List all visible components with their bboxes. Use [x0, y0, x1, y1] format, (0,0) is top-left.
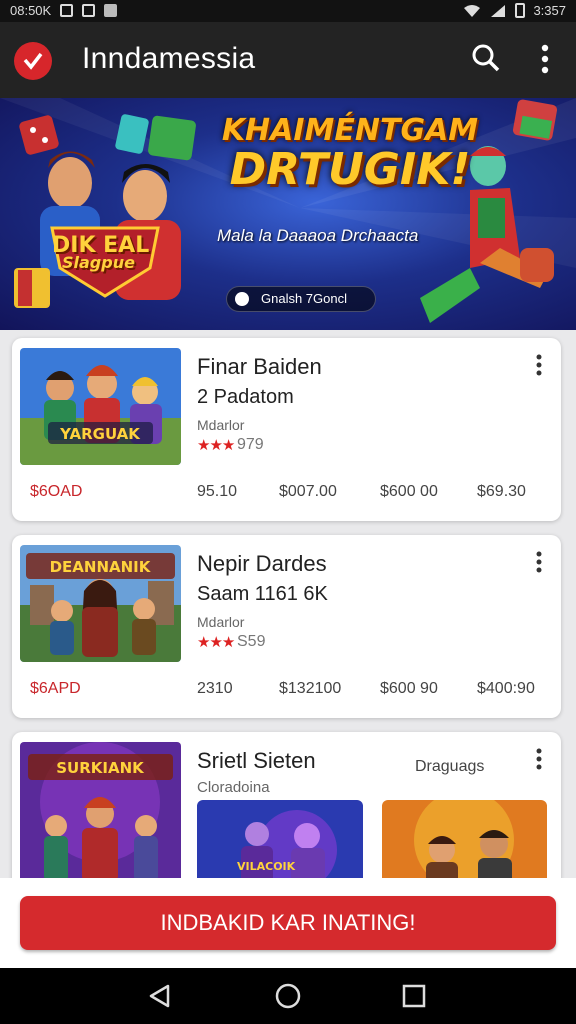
- more-vert-icon[interactable]: [530, 40, 560, 76]
- card-subtitle: Saam 1161 6K: [197, 583, 328, 605]
- banner-title: KHAIMÉNTGAM DRTUGIK!: [210, 116, 490, 192]
- game-card[interactable]: DEANNANIK Nepir Dardes Saam 1161 6K Mdar…: [12, 535, 561, 718]
- app-logo-icon[interactable]: [14, 42, 52, 80]
- more-vert-icon[interactable]: [529, 549, 549, 575]
- status-left-text: 08:50K: [10, 3, 52, 18]
- banner-subtitle: Mala la Daaaoa Drchaacta: [217, 226, 419, 245]
- search-icon[interactable]: [468, 40, 504, 76]
- wifi-icon: [464, 4, 481, 17]
- card-tag: Draguags: [415, 758, 485, 775]
- game-card[interactable]: YARGUAK Finar Baiden 2 Padatom Mdarlor ★…: [12, 338, 561, 521]
- app-title: Inndamessia: [82, 42, 256, 75]
- price-value: $132100: [279, 680, 342, 697]
- thumb-title: YARGUAK: [59, 425, 141, 443]
- more-vert-icon[interactable]: [529, 746, 549, 772]
- card-subtitle: 2 Padatom: [197, 386, 294, 408]
- price-primary[interactable]: $6OAD: [30, 483, 82, 501]
- price-primary[interactable]: $6APD: [30, 680, 81, 698]
- notification-icon-3: [104, 4, 118, 17]
- more-vert-icon[interactable]: [529, 352, 549, 378]
- cta-container: INDBAKID KAR INATING!: [0, 878, 576, 968]
- card-subtitle: Cloradoina: [197, 779, 270, 796]
- rating-score: S59: [237, 633, 266, 650]
- rating-score: 979: [237, 436, 264, 453]
- hero-banner[interactable]: DIK EAL Slagpue KHAIMÉNTGAM DRTUGIK! Mal…: [0, 98, 576, 330]
- star-rating: ★★★: [197, 634, 235, 651]
- thumb-title: SURKIANK: [56, 759, 145, 777]
- home-icon[interactable]: [274, 982, 302, 1010]
- system-nav-bar: [0, 968, 576, 1024]
- price-value: 2310: [197, 680, 233, 697]
- status-bar: 08:50K 3:357: [0, 0, 576, 22]
- banner-title-line-2: DRTUGIK!: [229, 144, 471, 195]
- primary-cta-button[interactable]: INDBAKID KAR INATING!: [20, 896, 556, 950]
- card-title: Srietl Sieten: [197, 748, 316, 773]
- banner-emblem-text: DIK EAL Slagpue: [52, 235, 149, 271]
- game-thumbnail[interactable]: DEANNANIK: [20, 545, 181, 662]
- game-thumbnail[interactable]: SURKIANK: [20, 742, 181, 882]
- price-value: $600 90: [380, 680, 438, 697]
- back-icon[interactable]: [146, 982, 174, 1010]
- badge-icon: [235, 292, 249, 306]
- star-rating: ★★★: [197, 437, 235, 454]
- status-time: 3:357: [533, 3, 566, 18]
- app-bar: Inndamessia: [0, 22, 576, 98]
- card-title: Nepir Dardes: [197, 551, 327, 576]
- price-value: 95.10: [197, 483, 238, 500]
- price-value: $007.00: [279, 483, 337, 500]
- price-value: $400:90: [477, 680, 535, 697]
- price-value: $69.30: [477, 483, 526, 500]
- card-title: Finar Baiden: [197, 354, 322, 379]
- notification-icon-2: [82, 4, 96, 17]
- game-thumbnail[interactable]: YARGUAK: [20, 348, 181, 465]
- battery-icon: [515, 3, 526, 18]
- mini-thumb-title: VILACOIK: [237, 860, 296, 873]
- price-value: $600 00: [380, 483, 438, 500]
- notification-icon: [60, 4, 74, 17]
- card-meta: Mdarlor: [197, 417, 245, 433]
- card-meta: Mdarlor: [197, 614, 245, 630]
- thumb-title: DEANNANIK: [50, 558, 152, 576]
- signal-icon: [491, 4, 506, 17]
- banner-badge[interactable]: Gnalsh 7Goncl: [226, 286, 376, 312]
- game-card[interactable]: SURKIANK Srietl Sieten Cloradoina Dragua…: [12, 732, 561, 902]
- banner-badge-label: Gnalsh 7Goncl: [261, 291, 347, 306]
- recents-icon[interactable]: [400, 982, 428, 1010]
- banner-title-line-1: KHAIMÉNTGAM: [221, 113, 479, 148]
